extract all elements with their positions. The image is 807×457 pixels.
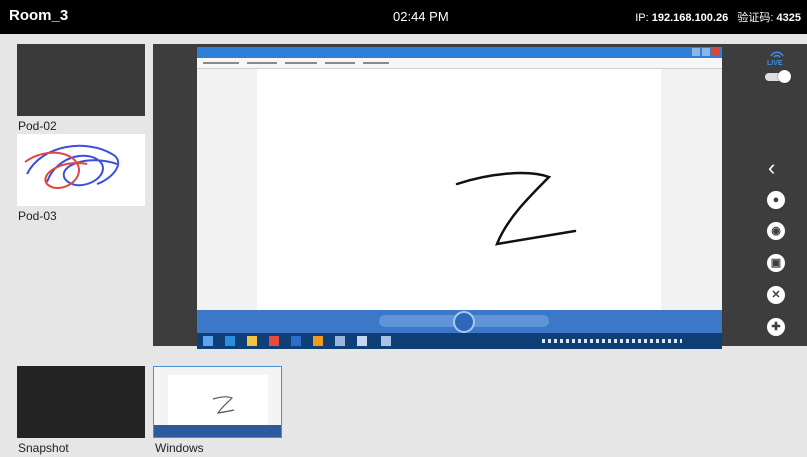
lifebuoy-icon: ✚ bbox=[767, 318, 785, 336]
code-value: 4325 bbox=[776, 12, 801, 24]
shared-screen[interactable] bbox=[197, 47, 722, 349]
live-switch[interactable] bbox=[765, 70, 791, 83]
live-toggle[interactable]: LIVE bbox=[765, 50, 791, 90]
pod-thumbnail-pod-03[interactable] bbox=[17, 134, 145, 206]
app-icon bbox=[357, 336, 367, 346]
toolbar-center-button[interactable] bbox=[453, 311, 475, 333]
help-button[interactable]: ✚ bbox=[764, 315, 788, 339]
top-bar: Room_3 02:44 PM IP: 192.168.100.26 验证码: … bbox=[0, 0, 807, 34]
remote-window-titlebar bbox=[197, 47, 722, 58]
whiteboard-canvas[interactable] bbox=[257, 69, 661, 311]
live-icon bbox=[770, 51, 784, 58]
app-icon bbox=[335, 336, 345, 346]
snapshot-label: Snapshot bbox=[18, 441, 69, 455]
app-icon bbox=[381, 336, 391, 346]
vlc-icon bbox=[313, 336, 323, 346]
ip-value: 192.168.100.26 bbox=[651, 12, 729, 24]
delete-button[interactable]: ✕ bbox=[764, 283, 788, 307]
screenshot-button[interactable]: ▣ bbox=[764, 251, 788, 275]
collapse-chevron-icon[interactable]: ‹ bbox=[768, 157, 775, 179]
pod-label: Pod-02 bbox=[18, 119, 57, 133]
windows-thumb-taskbar bbox=[154, 425, 281, 437]
user-icon: ● bbox=[767, 191, 785, 209]
clock: 02:44 PM bbox=[393, 9, 449, 24]
browser-icon bbox=[225, 336, 235, 346]
remote-taskbar bbox=[197, 333, 722, 349]
pod-03-drawing bbox=[24, 144, 120, 189]
ip-label: IP: bbox=[635, 12, 649, 24]
camera-button[interactable]: ◉ bbox=[764, 219, 788, 243]
windows-thumb-drawing bbox=[212, 396, 235, 414]
live-label: LIVE bbox=[767, 60, 783, 67]
snapshot-thumbnail[interactable] bbox=[17, 366, 145, 438]
folder-icon bbox=[247, 336, 257, 346]
camera-icon: ◉ bbox=[767, 222, 785, 240]
windows-thumbnail[interactable] bbox=[153, 366, 282, 438]
close-icon bbox=[712, 48, 720, 56]
start-icon bbox=[203, 336, 213, 346]
windows-thumb-canvas bbox=[168, 375, 268, 425]
chrome-icon bbox=[269, 336, 279, 346]
remote-menu-bar bbox=[197, 58, 722, 69]
app-icon bbox=[291, 336, 301, 346]
pod-thumbnail-pod-02[interactable] bbox=[17, 44, 145, 116]
maximize-icon bbox=[702, 48, 710, 56]
system-tray bbox=[542, 339, 682, 343]
room-name: Room_3 bbox=[9, 7, 69, 24]
minimize-icon bbox=[692, 48, 700, 56]
windows-label: Windows bbox=[155, 441, 204, 455]
code-label: 验证码: bbox=[737, 12, 774, 24]
whiteboard-drawing bbox=[455, 171, 577, 246]
connection-info: IP: 192.168.100.26 验证码: 4325 bbox=[635, 9, 801, 25]
screenshot-icon: ▣ bbox=[767, 254, 785, 272]
user-button[interactable]: ● bbox=[764, 188, 788, 212]
pod-label: Pod-03 bbox=[18, 209, 57, 223]
trash-icon: ✕ bbox=[767, 286, 785, 304]
